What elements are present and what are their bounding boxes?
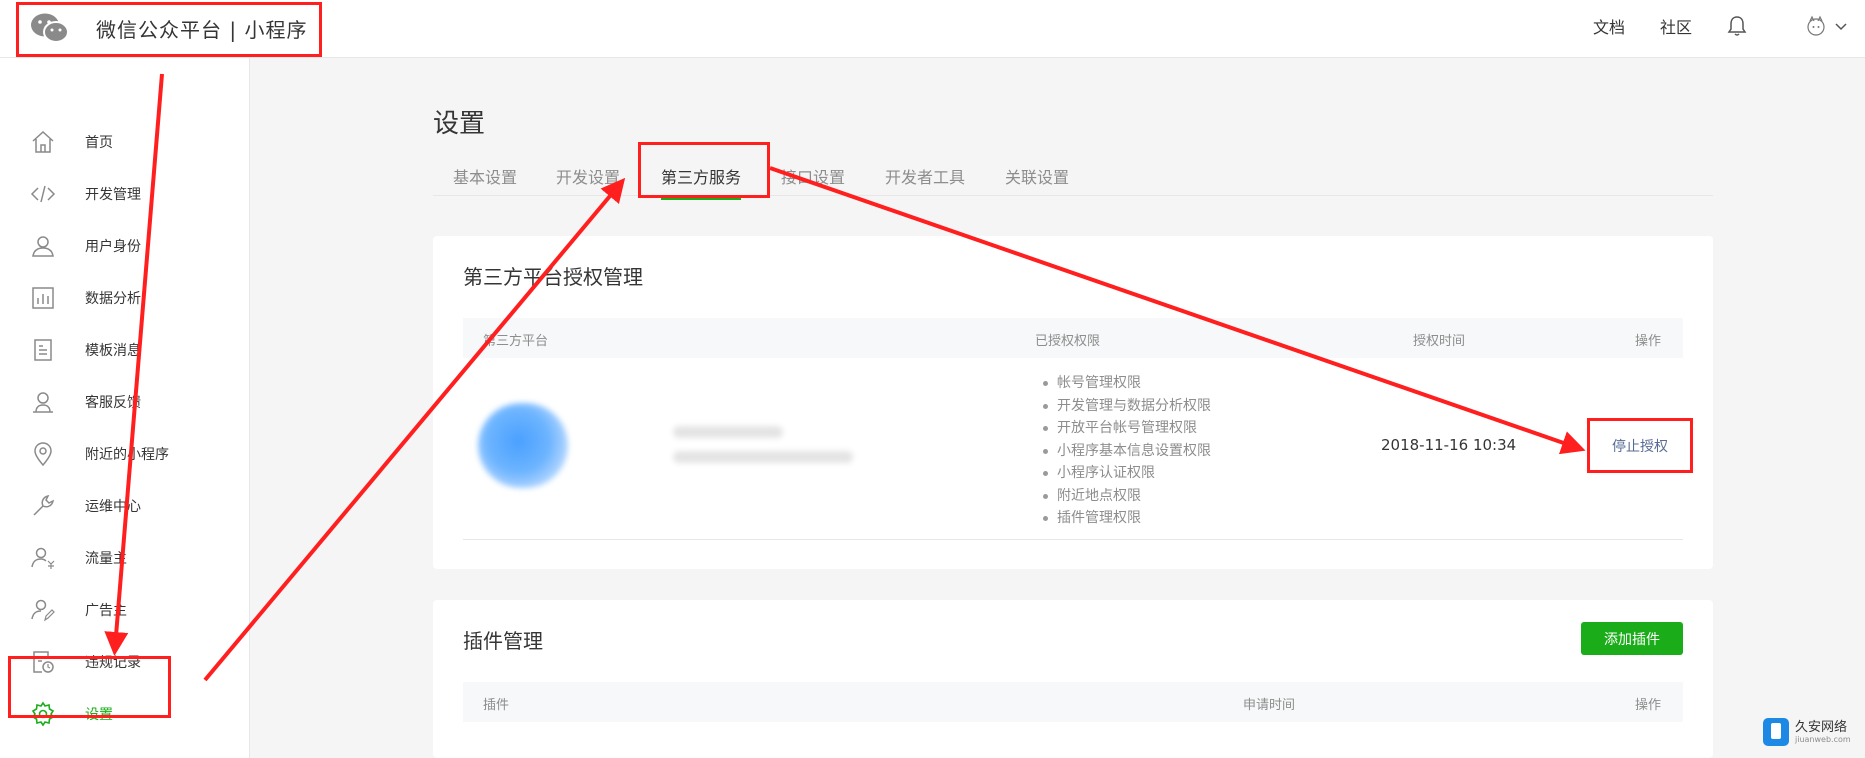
- watermark-name: 久安网络: [1795, 719, 1848, 735]
- list-item: 插件管理权限: [1043, 507, 1211, 530]
- plugin-card: 插件管理 添加插件 插件 申请时间 操作: [433, 600, 1713, 758]
- sidebar-item-label: 模板消息: [85, 343, 141, 359]
- sidebar-item-label: 附近的小程序: [85, 447, 169, 463]
- tab-interface[interactable]: 接口设置: [781, 164, 845, 188]
- wechat-logo: [31, 13, 69, 43]
- docs-link[interactable]: 文档: [1593, 14, 1625, 38]
- plugin-table-header: 插件 申请时间 操作: [463, 682, 1683, 722]
- sidebar-item-label: 首页: [85, 135, 113, 151]
- tab-related[interactable]: 关联设置: [1005, 164, 1069, 188]
- user-edit-icon: [31, 599, 55, 622]
- service-icon: [33, 392, 53, 413]
- sidebar-item-violations[interactable]: 违规记录: [0, 640, 249, 684]
- list-item: 小程序认证权限: [1043, 462, 1211, 485]
- col-permissions: 已授权权限: [1035, 334, 1101, 349]
- chevron-down-icon[interactable]: [1835, 21, 1847, 31]
- location-icon: [34, 442, 52, 467]
- sidebar-item-analytics[interactable]: 数据分析: [0, 276, 249, 320]
- sidebar-item-label: 开发管理: [85, 187, 141, 203]
- stop-authorization-link[interactable]: 停止授权: [1612, 436, 1668, 456]
- list-item: 小程序基本信息设置权限: [1043, 440, 1211, 463]
- auth-time: 2018-11-16 10:34: [1381, 436, 1517, 454]
- list-item: 开放平台帐号管理权限: [1043, 417, 1211, 440]
- community-link[interactable]: 社区: [1660, 14, 1692, 38]
- sidebar-item-home[interactable]: 首页: [0, 120, 249, 164]
- sidebar-item-label: 流量主: [85, 551, 127, 567]
- third-party-title: 第三方平台授权管理: [463, 265, 643, 289]
- table-row: 帐号管理权限 开发管理与数据分析权限 开放平台帐号管理权限 小程序基本信息设置权…: [463, 358, 1683, 540]
- sidebar-item-label: 违规记录: [85, 655, 141, 671]
- tab-basic[interactable]: 基本设置: [453, 164, 517, 188]
- platform-title: 微信公众平台 | 小程序: [96, 17, 308, 42]
- sidebar-item-service[interactable]: 客服反馈: [0, 380, 249, 424]
- sidebar-item-template[interactable]: 模板消息: [0, 328, 249, 372]
- list-item: 开发管理与数据分析权限: [1043, 395, 1211, 418]
- avatar[interactable]: [1805, 15, 1827, 37]
- plugin-title: 插件管理: [463, 629, 543, 653]
- watermark: 久安网络 jiuanweb.com: [1763, 718, 1851, 746]
- sidebar-item-dev[interactable]: 开发管理: [0, 172, 249, 216]
- gear-icon: [31, 701, 55, 727]
- list-item: 帐号管理权限: [1043, 372, 1211, 395]
- platform-avatar: [478, 403, 568, 488]
- tab-dev-settings[interactable]: 开发设置: [556, 164, 620, 188]
- bell-icon[interactable]: [1727, 15, 1747, 37]
- third-party-table-header: 第三方平台 已授权权限 授权时间 操作: [463, 318, 1683, 358]
- watermark-logo: [1763, 718, 1789, 746]
- page-title: 设置: [433, 109, 486, 139]
- add-plugin-button[interactable]: 添加插件: [1581, 622, 1683, 655]
- sidebar-item-label: 客服反馈: [85, 395, 141, 411]
- sidebar-item-label: 数据分析: [85, 291, 141, 307]
- home-icon: [32, 130, 54, 153]
- tab-dev-tools[interactable]: 开发者工具: [885, 164, 965, 188]
- brand[interactable]: 微信公众平台 | 小程序: [30, 12, 307, 44]
- settings-tabs: 基本设置 开发设置 第三方服务 接口设置 开发者工具 关联设置: [433, 154, 1713, 200]
- header-actions: 文档 社区: [1593, 14, 1847, 38]
- chart-icon: [32, 287, 54, 309]
- third-party-card: 第三方平台授权管理 第三方平台 已授权权限 授权时间 操作 帐号管理权限 开发管…: [433, 236, 1713, 569]
- sidebar-item-label: 设置: [85, 707, 113, 723]
- tab-third-party[interactable]: 第三方服务: [661, 164, 742, 200]
- user-money-icon: [31, 547, 55, 569]
- col-apply-time: 申请时间: [1243, 698, 1296, 713]
- col-plugin: 插件: [483, 698, 510, 713]
- col-plugin-action: 操作: [1635, 698, 1662, 713]
- wrench-icon: [33, 494, 55, 516]
- sidebar: 首页 开发管理 用户身份 数据分析 模板消息 客服反馈 附近的小程序 运维中心 …: [0, 58, 250, 758]
- sidebar-item-user[interactable]: 用户身份: [0, 224, 249, 268]
- sidebar-item-ads[interactable]: 广告主: [0, 588, 249, 632]
- user-icon: [32, 236, 54, 257]
- platform-name-blur: [673, 426, 783, 438]
- col-action: 操作: [1635, 334, 1662, 349]
- permission-list: 帐号管理权限 开发管理与数据分析权限 开放平台帐号管理权限 小程序基本信息设置权…: [1043, 372, 1211, 530]
- sidebar-item-label: 运维中心: [85, 499, 141, 515]
- platform-desc-blur: [673, 451, 853, 463]
- sidebar-item-settings[interactable]: 设置: [0, 692, 249, 736]
- watermark-url: jiuanweb.com: [1795, 734, 1851, 744]
- sidebar-item-traffic[interactable]: 流量主: [0, 536, 249, 580]
- sidebar-item-label: 广告主: [85, 603, 127, 619]
- top-header: 微信公众平台 | 小程序 文档 社区: [0, 0, 1865, 58]
- record-icon: [33, 651, 54, 673]
- document-icon: [34, 339, 52, 361]
- code-icon: [30, 185, 56, 203]
- col-platform: 第三方平台: [483, 334, 549, 349]
- list-item: 附近地点权限: [1043, 485, 1211, 508]
- sidebar-item-label: 用户身份: [85, 239, 141, 255]
- col-auth-time: 授权时间: [1413, 334, 1466, 349]
- sidebar-item-ops[interactable]: 运维中心: [0, 484, 249, 528]
- sidebar-item-nearby[interactable]: 附近的小程序: [0, 432, 249, 476]
